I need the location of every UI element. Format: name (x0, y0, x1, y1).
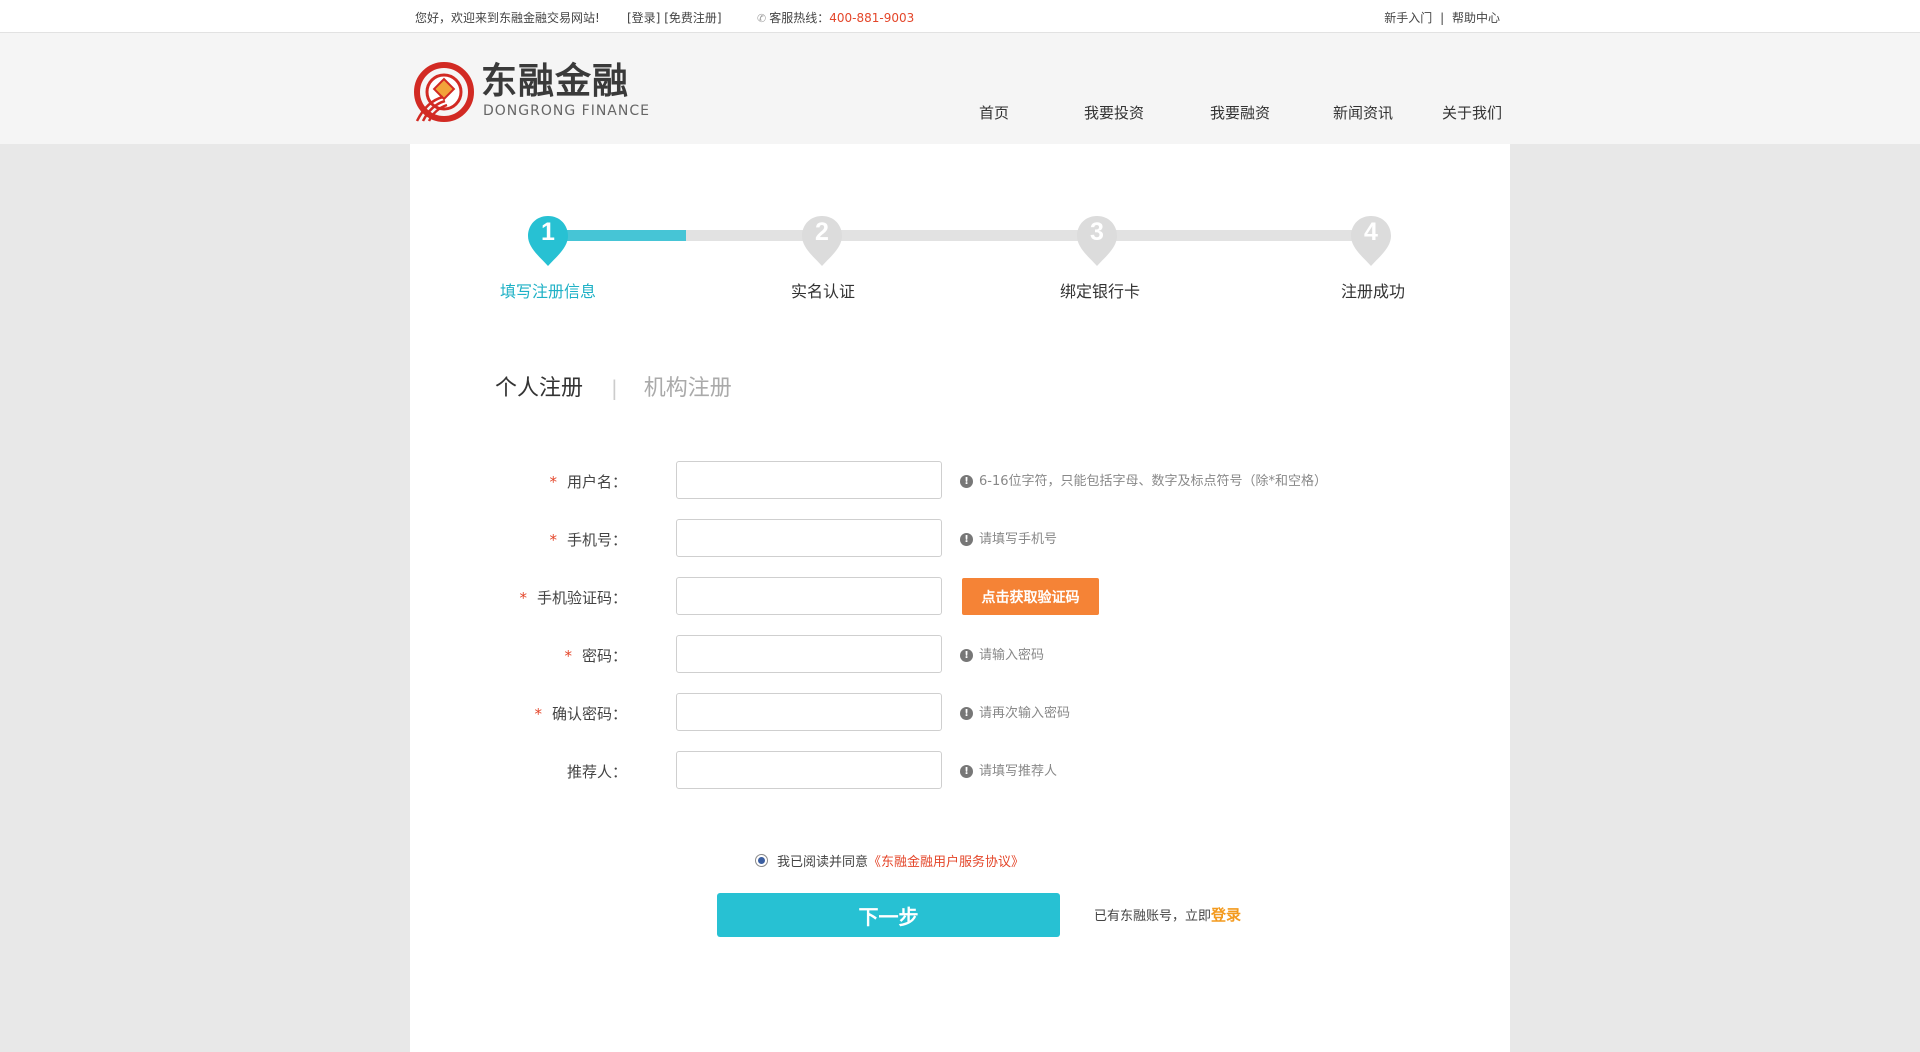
tab-personal[interactable]: 个人注册 (495, 376, 583, 401)
agreement-row: 我已阅读并同意《东融金融用户服务协议》 (755, 851, 1024, 870)
help-center-link[interactable]: 帮助中心 (1452, 11, 1500, 25)
auth-links: [登录] [免费注册] (627, 9, 722, 26)
register-link[interactable]: [免费注册] (664, 11, 721, 25)
step-3-marker: 3 (1076, 214, 1118, 268)
nav-invest[interactable]: 我要投资 (1084, 102, 1144, 123)
nav-about[interactable]: 关于我们 (1442, 102, 1502, 123)
top-right-links: 新手入门 | 帮助中心 (1384, 9, 1500, 26)
required-mark: * (564, 647, 572, 665)
referrer-label: 推荐人： (566, 763, 627, 781)
have-account: 已有东融账号，立即登录 (1094, 904, 1241, 925)
info-icon: ! (960, 533, 973, 546)
logo-name-cn: 东融金融 (481, 61, 630, 102)
phone-label: * 手机号： (549, 531, 627, 549)
phone-icon: ✆ (757, 12, 767, 25)
logo-emblem-icon (414, 62, 474, 122)
username-label: * 用户名： (549, 473, 627, 491)
hotline-label: 客服热线： (769, 11, 830, 25)
step-4-label: 注册成功 (1340, 282, 1405, 301)
agreement-text: 我已阅读并同意 (777, 855, 869, 870)
confirm-password-input[interactable] (676, 693, 942, 731)
welcome-text: 您好，欢迎来到东融金融交易网站! (415, 11, 600, 25)
logo-name-en: DONGRONG FINANCE (483, 103, 650, 119)
agreement-radio[interactable] (755, 854, 768, 867)
registration-panel: 1 2 3 4 填写注册信息 实名认证 绑定银行卡 注册成功 个人注册 | 机构注册… (410, 144, 1510, 1052)
required-mark: * (534, 705, 542, 723)
nav-financing[interactable]: 我要融资 (1210, 102, 1270, 123)
beginner-link[interactable]: 新手入门 (1384, 11, 1432, 25)
password-label: * 密码： (564, 647, 627, 665)
info-icon: ! (960, 765, 973, 778)
step-4-number: 4 (1364, 218, 1378, 246)
confirm-password-hint: ! 请再次输入密码 (960, 702, 1070, 721)
phone-hint: ! 请填写手机号 (960, 528, 1057, 547)
top-separator: | (1440, 11, 1445, 25)
step-4-marker: 4 (1350, 214, 1392, 268)
username-row: * 用户名： ! 6-16位字符，只能包括字母、数字及标点符号（除*和空格） (410, 461, 1510, 501)
step-3-number: 3 (1090, 218, 1104, 246)
step-1-label: 填写注册信息 (499, 282, 596, 301)
referrer-hint: ! 请填写推荐人 (960, 760, 1057, 779)
site-header: 东融金融 DONGRONG FINANCE 首页 我要投资 我要融资 新闻资讯 … (0, 33, 1920, 144)
password-row: * 密码： ! 请输入密码 (410, 635, 1510, 675)
login-now-link[interactable]: 登录 (1211, 906, 1241, 924)
registration-tabs: 个人注册 | 机构注册 (495, 370, 732, 402)
referrer-input[interactable] (676, 751, 942, 789)
get-code-button[interactable]: 点击获取验证码 (962, 578, 1099, 615)
nav-home[interactable]: 首页 (979, 102, 1009, 123)
username-input[interactable] (676, 461, 942, 499)
info-icon: ! (960, 475, 973, 488)
referrer-row: 推荐人： ! 请填写推荐人 (410, 751, 1510, 791)
login-link[interactable]: [登录] (627, 11, 660, 25)
site-logo[interactable]: 东融金融 DONGRONG FINANCE (413, 59, 653, 125)
step-1-number: 1 (541, 218, 555, 246)
required-mark: * (519, 589, 527, 607)
required-mark: * (549, 473, 557, 491)
password-hint: ! 请输入密码 (960, 644, 1044, 663)
sms-code-row: * 手机验证码： 点击获取验证码 (410, 577, 1510, 617)
next-step-button[interactable]: 下一步 (717, 893, 1060, 937)
phone-input[interactable] (676, 519, 942, 557)
confirm-password-row: * 确认密码： ! 请再次输入密码 (410, 693, 1510, 733)
step-2-number: 2 (815, 218, 829, 246)
sms-code-label: * 手机验证码： (519, 589, 627, 607)
have-account-text: 已有东融账号，立即 (1094, 909, 1212, 924)
step-2-marker: 2 (801, 214, 843, 268)
nav-news[interactable]: 新闻资讯 (1333, 102, 1393, 123)
tab-separator: | (611, 376, 618, 400)
sms-code-input[interactable] (676, 577, 942, 615)
top-bar: 您好，欢迎来到东融金融交易网站! [登录] [免费注册] ✆ 客服热线：400-8… (0, 0, 1920, 33)
step-2-label: 实名认证 (790, 282, 855, 301)
password-input[interactable] (676, 635, 942, 673)
hotline-number: 400-881-9003 (829, 11, 915, 25)
step-progress-track (548, 230, 1374, 241)
required-mark: * (549, 531, 557, 549)
username-hint: ! 6-16位字符，只能包括字母、数字及标点符号（除*和空格） (960, 470, 1327, 489)
hotline: ✆ 客服热线：400-881-9003 (757, 9, 914, 26)
agreement-link[interactable]: 《东融金融用户服务协议》 (868, 855, 1024, 870)
info-icon: ! (960, 707, 973, 720)
tab-institution[interactable]: 机构注册 (644, 376, 732, 401)
confirm-password-label: * 确认密码： (534, 705, 627, 723)
phone-row: * 手机号： ! 请填写手机号 (410, 519, 1510, 559)
step-1-marker: 1 (527, 214, 569, 268)
step-3-label: 绑定银行卡 (1059, 282, 1140, 301)
info-icon: ! (960, 649, 973, 662)
